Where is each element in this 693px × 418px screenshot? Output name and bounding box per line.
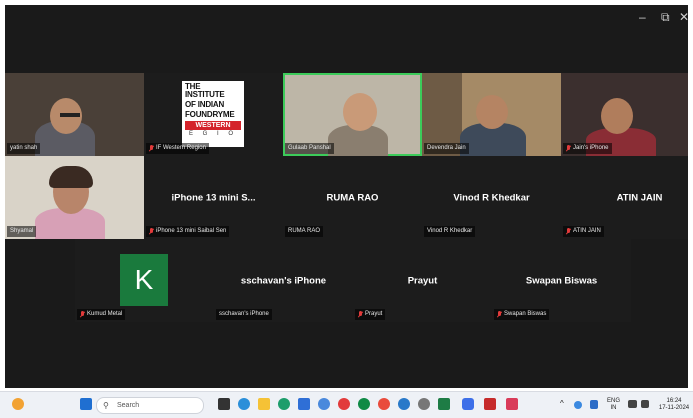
task-view-icon[interactable]	[218, 398, 230, 410]
video-tile-yatin-shah[interactable]: yatin shah	[5, 73, 144, 156]
edge-icon[interactable]	[238, 398, 250, 410]
mic-muted-icon	[566, 228, 571, 235]
taskbar-search-input[interactable]: ⚲ Search	[96, 397, 204, 414]
participant-name-tag: Jain's iPhone	[563, 143, 612, 154]
mic-muted-icon	[566, 145, 571, 152]
participant-name-tag: sschavan's iPhone	[216, 309, 272, 320]
participant-display-name: ATIN JAIN	[616, 192, 663, 203]
search-icon: ⚲	[103, 401, 109, 410]
chrome-icon[interactable]	[378, 398, 390, 410]
video-tile-swapan-biswas[interactable]: Swapan Biswas Swapan Biswas	[492, 239, 631, 322]
zoom-meeting-window: – ⧉ ✕ yatin shah THE INSTITUTE OF INDIAN…	[5, 5, 688, 388]
file-explorer-icon[interactable]	[258, 398, 270, 410]
video-tile-ruma-rao[interactable]: RUMA RAO RUMA RAO	[283, 156, 422, 239]
weather-icon[interactable]	[12, 398, 24, 410]
app-icon[interactable]	[318, 398, 330, 410]
video-tile-devendra-jain[interactable]: Devendra Jain	[422, 73, 561, 156]
participant-display-name: iPhone 13 mini S...	[171, 192, 256, 203]
participant-name-tag: ATIN JAIN	[563, 226, 604, 237]
video-tile-atin-jain[interactable]: ATIN JAIN ATIN JAIN	[561, 156, 688, 239]
participant-name-tag: yatin shah	[7, 143, 41, 154]
participant-name-tag: RUMA RAO	[285, 226, 324, 237]
video-tile-jains-iphone[interactable]: Jain's iPhone	[561, 73, 688, 156]
participant-display-name: Vinod R Khedkar	[453, 192, 530, 203]
participant-name-tag: iPhone 13 mini Saibal Sen	[146, 226, 230, 237]
participant-name-tag: IF Western Region	[146, 143, 209, 154]
chrome-icon[interactable]	[398, 398, 410, 410]
mic-muted-icon	[80, 311, 85, 318]
clock[interactable]: 16:24 17-11-2024	[656, 398, 692, 412]
participant-name-tag: Vinod R Khedkar	[424, 226, 476, 237]
volume-icon[interactable]	[641, 400, 649, 408]
participant-name-tag: Gulaab Panshal	[285, 143, 334, 154]
app-icon[interactable]	[278, 398, 290, 410]
participant-name-tag: Swapan Biswas	[494, 309, 550, 320]
zoom-icon[interactable]	[462, 398, 474, 410]
chrome-icon[interactable]	[338, 398, 350, 410]
windows-start-icon[interactable]	[80, 398, 92, 410]
video-tile-gulaab-panshal[interactable]: Gulaab Panshal	[283, 73, 422, 156]
video-tile-sschavan-iphone[interactable]: sschavan's iPhone sschavan's iPhone	[214, 239, 353, 322]
security-icon[interactable]	[590, 400, 598, 409]
participant-name-tag: Shyamal	[7, 226, 37, 237]
windows-taskbar: ⚲ Search ^ ENG IN 16:24 17-11-2024	[0, 391, 693, 418]
participant-name-tag: Devendra Jain	[424, 143, 469, 154]
avatar: K	[120, 254, 168, 306]
chevron-up-icon[interactable]: ^	[560, 400, 564, 408]
participant-display-name: RUMA RAO	[326, 192, 379, 203]
mic-muted-icon	[149, 228, 154, 235]
settings-icon[interactable]	[418, 398, 430, 410]
participant-name-tag: Prayut	[355, 309, 386, 320]
store-icon[interactable]	[298, 398, 310, 410]
video-tile-vinod-khedkar[interactable]: Vinod R Khedkar Vinod R Khedkar	[422, 156, 561, 239]
video-tile-prayut[interactable]: Prayut Prayut	[353, 239, 492, 322]
participant-display-name: sschavan's iPhone	[240, 275, 327, 286]
restore-button[interactable]: ⧉	[661, 11, 670, 23]
app-icon[interactable]	[506, 398, 518, 410]
participant-display-name: Swapan Biswas	[525, 275, 598, 286]
video-tile-shyamal[interactable]: Shyamal	[5, 156, 144, 239]
minimize-button[interactable]: –	[639, 11, 646, 23]
mic-muted-icon	[149, 145, 154, 152]
network-icon[interactable]	[628, 400, 637, 408]
acrobat-icon[interactable]	[484, 398, 496, 410]
participant-display-name: Prayut	[407, 275, 438, 286]
app-icon[interactable]	[358, 398, 370, 410]
mic-muted-icon	[497, 311, 502, 318]
mic-muted-icon	[358, 311, 363, 318]
video-tile-if-western-region[interactable]: THE INSTITUTE OF INDIAN FOUNDRYME WESTER…	[144, 73, 283, 156]
institute-logo: THE INSTITUTE OF INDIAN FOUNDRYME WESTER…	[182, 81, 244, 147]
video-tile-kumud-metal[interactable]: K Kumud Metal	[75, 239, 214, 322]
onedrive-icon[interactable]	[574, 401, 582, 409]
participant-name-tag: Kumud Metal	[77, 309, 126, 320]
app-icon[interactable]	[438, 398, 450, 410]
video-tile-iphone-13-mini[interactable]: iPhone 13 mini S... iPhone 13 mini Saiba…	[144, 156, 283, 239]
language-indicator[interactable]: ENG IN	[607, 398, 620, 412]
close-button[interactable]: ✕	[679, 11, 688, 23]
